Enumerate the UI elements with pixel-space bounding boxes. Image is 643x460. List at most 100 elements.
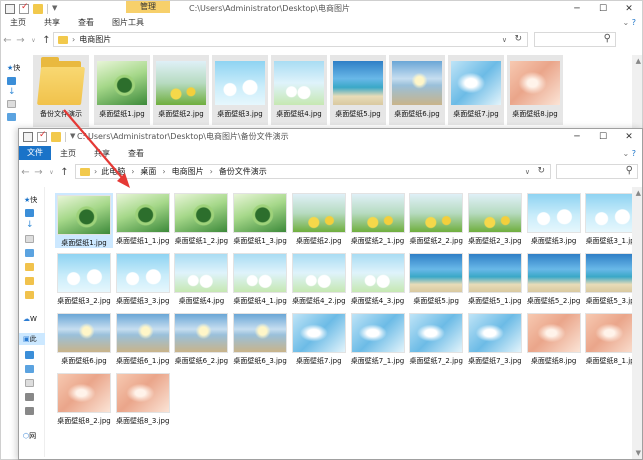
- file-item[interactable]: 桌面壁纸8_2.jpg: [55, 373, 113, 426]
- new-folder-icon[interactable]: [33, 4, 43, 14]
- arrow-left-icon[interactable]: ←: [1, 35, 14, 46]
- arrow-left-icon[interactable]: ←: [19, 167, 32, 178]
- drive-icon[interactable]: [25, 393, 34, 401]
- desktop-icon[interactable]: [25, 209, 34, 217]
- video-icon[interactable]: [25, 351, 34, 359]
- close-icon[interactable]: ✕: [616, 129, 642, 145]
- file-item[interactable]: 桌面壁纸3.jpg: [525, 193, 583, 246]
- download-icon[interactable]: ↓: [8, 87, 16, 97]
- breadcrumb-current[interactable]: 备份文件演示: [219, 166, 267, 177]
- scrollbar[interactable]: ▲: [632, 55, 642, 129]
- file-item[interactable]: 桌面壁纸3_2.jpg: [55, 253, 113, 306]
- save-icon[interactable]: [23, 132, 33, 142]
- chevron-down-icon[interactable]: ∨: [502, 36, 507, 44]
- file-item[interactable]: 桌面壁纸3.jpg: [212, 55, 268, 125]
- file-item[interactable]: 桌面壁纸2.jpg: [153, 55, 209, 125]
- folder-icon[interactable]: [25, 277, 34, 285]
- tab-view[interactable]: 查看: [119, 148, 153, 159]
- breadcrumb-this-pc[interactable]: 此电脑: [101, 166, 125, 177]
- refresh-icon[interactable]: ↻: [514, 34, 522, 44]
- document-icon[interactable]: [25, 379, 34, 387]
- maximize-icon[interactable]: ☐: [590, 129, 616, 145]
- sidebar-item-this-pc[interactable]: ▣此: [19, 333, 45, 345]
- file-item[interactable]: 桌面壁纸5.jpg: [407, 253, 465, 306]
- tab-share[interactable]: 共享: [85, 148, 119, 159]
- scrollbar[interactable]: ▲ ▼: [632, 187, 642, 459]
- arrow-right-icon[interactable]: →: [32, 167, 45, 178]
- folder-item[interactable]: 备份文件演示: [33, 55, 89, 127]
- file-item[interactable]: 桌面壁纸6_3.jpg: [231, 313, 289, 366]
- file-item[interactable]: 桌面壁纸8.jpg: [525, 313, 583, 366]
- file-item[interactable]: 桌面壁纸1_3.jpg: [231, 193, 289, 246]
- refresh-icon[interactable]: ↻: [537, 166, 545, 176]
- file-item[interactable]: 桌面壁纸1_1.jpg: [114, 193, 172, 246]
- pictures-icon[interactable]: [7, 113, 16, 121]
- star-icon[interactable]: ★快: [24, 195, 37, 205]
- tab-file[interactable]: 文件: [19, 146, 51, 160]
- file-item[interactable]: 桌面壁纸7.jpg: [290, 313, 348, 366]
- search-input[interactable]: ⚲: [534, 32, 616, 47]
- document-icon[interactable]: [25, 235, 34, 243]
- file-item[interactable]: 桌面壁纸6.jpg: [55, 313, 113, 366]
- file-item[interactable]: 桌面壁纸8_3.jpg: [114, 373, 172, 426]
- tab-view[interactable]: 查看: [69, 17, 103, 28]
- breadcrumb-current[interactable]: 电商图片: [79, 34, 111, 45]
- file-item[interactable]: 桌面壁纸2.jpg: [290, 193, 348, 246]
- address-bar[interactable]: › 此电脑 › 桌面 › 电商图片 › 备份文件演示 ∨ ↻: [75, 164, 551, 179]
- tab-home[interactable]: 主页: [51, 148, 85, 159]
- recent-dropdown-icon[interactable]: ∨: [45, 169, 58, 176]
- file-item[interactable]: 桌面壁纸6.jpg: [389, 55, 445, 125]
- file-item[interactable]: 桌面壁纸6_2.jpg: [172, 313, 230, 366]
- file-item[interactable]: 桌面壁纸7_1.jpg: [349, 313, 407, 366]
- file-item[interactable]: 桌面壁纸4_1.jpg: [231, 253, 289, 306]
- folder-icon[interactable]: [25, 263, 34, 271]
- file-item[interactable]: 桌面壁纸4.jpg: [271, 55, 327, 125]
- tab-picture-tools[interactable]: 图片工具: [103, 17, 153, 28]
- document-icon[interactable]: [7, 100, 16, 108]
- file-item[interactable]: 桌面壁纸5_1.jpg: [466, 253, 524, 306]
- manage-tab[interactable]: 管理: [126, 1, 170, 13]
- new-folder-icon[interactable]: [51, 132, 61, 142]
- arrow-right-icon[interactable]: →: [14, 35, 27, 46]
- breadcrumb-desktop[interactable]: 桌面: [140, 166, 156, 177]
- star-icon[interactable]: ★快: [7, 63, 20, 73]
- file-item[interactable]: 桌面壁纸7_3.jpg: [466, 313, 524, 366]
- file-item[interactable]: 桌面壁纸2_1.jpg: [349, 193, 407, 246]
- pictures-icon[interactable]: [25, 249, 34, 257]
- arrow-up-icon[interactable]: ↑: [40, 35, 53, 46]
- file-item[interactable]: 桌面壁纸1.jpg: [94, 55, 150, 125]
- customize-dropdown-icon[interactable]: ▼: [52, 4, 57, 14]
- chevron-down-icon[interactable]: ∨: [525, 168, 530, 176]
- file-item[interactable]: 桌面壁纸5.jpg: [330, 55, 386, 125]
- file-item[interactable]: 桌面壁纸2_2.jpg: [407, 193, 465, 246]
- address-bar[interactable]: › 电商图片 ∨ ↻: [53, 32, 528, 47]
- minimize-icon[interactable]: ─: [564, 129, 590, 145]
- tab-share[interactable]: 共享: [35, 17, 69, 28]
- network-icon[interactable]: ⬡网: [23, 431, 36, 441]
- file-item[interactable]: 桌面壁纸7.jpg: [448, 55, 504, 125]
- file-item[interactable]: 桌面壁纸4_3.jpg: [349, 253, 407, 306]
- download-icon[interactable]: ↓: [26, 220, 34, 230]
- file-item[interactable]: 桌面壁纸2_3.jpg: [466, 193, 524, 246]
- folder-icon[interactable]: [25, 291, 34, 299]
- arrow-up-icon[interactable]: ↑: [58, 167, 71, 178]
- breadcrumb-folder[interactable]: 电商图片: [172, 166, 204, 177]
- search-input[interactable]: ⚲: [556, 164, 638, 179]
- file-item[interactable]: 桌面壁纸7_2.jpg: [407, 313, 465, 366]
- file-item[interactable]: 桌面壁纸6_1.jpg: [114, 313, 172, 366]
- ribbon-expand-icons[interactable]: ⌄ ?: [623, 149, 637, 158]
- customize-dropdown-icon[interactable]: ▼: [70, 132, 75, 142]
- desktop-icon[interactable]: [7, 77, 16, 85]
- save-icon[interactable]: [5, 4, 15, 14]
- properties-icon[interactable]: [19, 2, 29, 14]
- tab-home[interactable]: 主页: [1, 17, 35, 28]
- file-item[interactable]: 桌面壁纸4_2.jpg: [290, 253, 348, 306]
- properties-icon[interactable]: [37, 130, 47, 142]
- file-item[interactable]: 桌面壁纸3_3.jpg: [114, 253, 172, 306]
- ribbon-expand-icons[interactable]: ⌄ ?: [623, 18, 637, 27]
- file-item[interactable]: 桌面壁纸1.jpg: [55, 193, 113, 248]
- file-item[interactable]: 桌面壁纸5_2.jpg: [525, 253, 583, 306]
- onedrive-icon[interactable]: ☁W: [23, 315, 37, 323]
- file-item[interactable]: 桌面壁纸4.jpg: [172, 253, 230, 306]
- file-item[interactable]: 桌面壁纸1_2.jpg: [172, 193, 230, 246]
